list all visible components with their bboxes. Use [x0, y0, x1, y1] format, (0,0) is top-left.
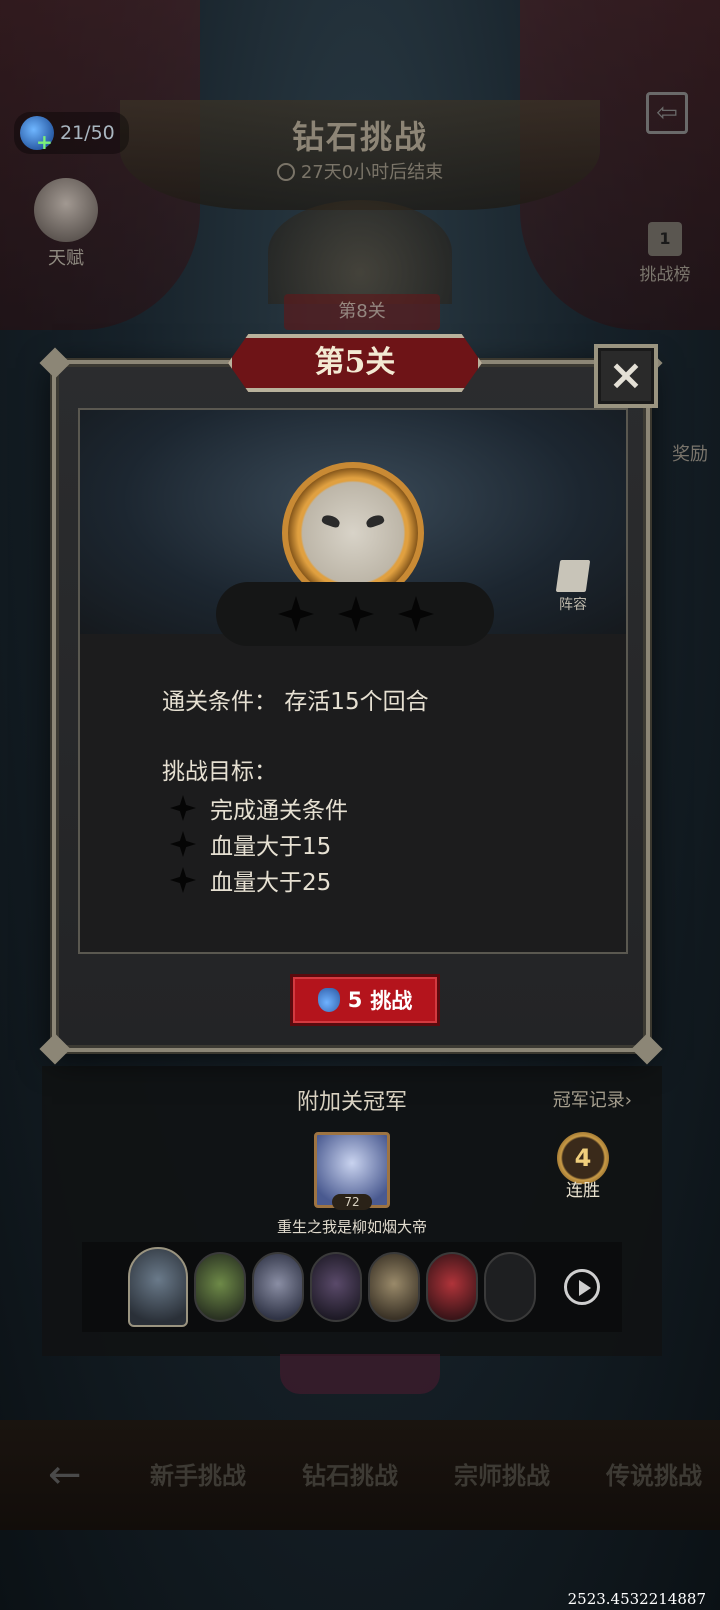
stage-stars — [216, 582, 494, 646]
stage-title: 第5关 — [314, 345, 396, 380]
energy-potion-icon — [317, 988, 340, 1012]
star-empty-icon — [338, 596, 374, 632]
challenge-button[interactable]: 5 挑战 — [290, 974, 440, 1026]
build-number: 2523.4532214887 — [567, 1590, 706, 1608]
lineup-label: 阵容 — [559, 597, 587, 613]
goal-item: 血量大于25 — [170, 862, 348, 898]
goal-text: 血量大于15 — [210, 834, 332, 860]
goal-item: 血量大于15 — [170, 826, 348, 862]
goal-star-icon — [170, 831, 196, 857]
star-empty-icon — [398, 596, 434, 632]
goal-item: 完成通关条件 — [170, 790, 348, 826]
goal-text: 血量大于25 — [210, 870, 332, 896]
goal-star-icon — [170, 867, 196, 893]
challenge-label: 挑战 — [370, 989, 413, 1013]
goal-text: 完成通关条件 — [210, 798, 348, 824]
star-empty-icon — [278, 596, 314, 632]
lineup-book-icon — [555, 560, 591, 592]
stage-info-panel: 阵容 通关条件： 存活15个回合 挑战目标： 完成通关条件 血量大于15 血量大… — [78, 408, 628, 954]
stage-detail-modal: 第5关 × 阵容 通关条件： 存活15个回合 挑战目标： 完成通关条件 血量大于… — [39, 334, 663, 1065]
goals-list: 完成通关条件 血量大于15 血量大于25 — [170, 790, 348, 898]
clear-condition: 通关条件： 存活15个回合 — [162, 689, 429, 715]
lineup-button[interactable]: 阵容 — [546, 560, 600, 614]
close-icon[interactable]: × — [594, 344, 658, 408]
challenge-cost: 5 — [347, 988, 363, 1012]
goal-star-icon — [170, 795, 196, 821]
goals-title: 挑战目标： — [162, 759, 277, 785]
